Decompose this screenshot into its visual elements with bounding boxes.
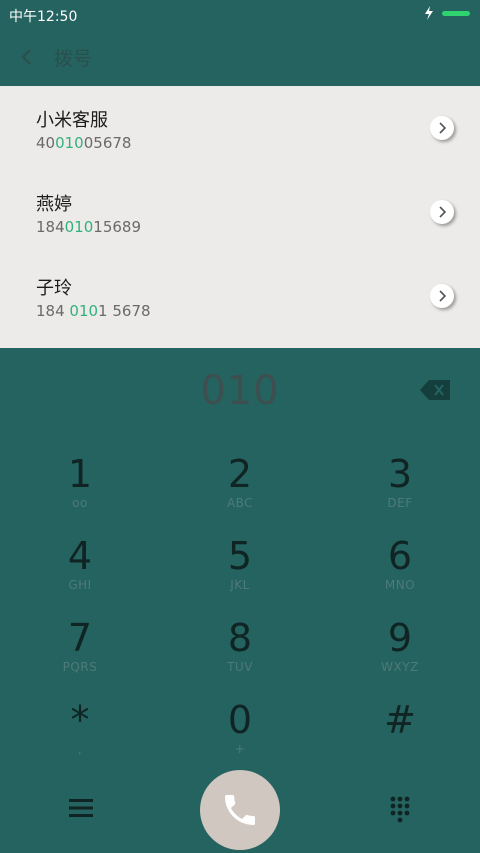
voicemail-icon: ᴏᴏ	[72, 496, 88, 510]
number-match: 010	[69, 302, 99, 320]
contact-name: 小米客服	[36, 110, 108, 131]
key-letters: WXYZ	[381, 660, 419, 674]
key-4[interactable]: 4 GHI	[0, 532, 160, 614]
contact-name: 燕婷	[36, 194, 72, 215]
number-suffix: 1 5678	[98, 302, 151, 320]
key-1[interactable]: 1 ᴏᴏ	[0, 450, 160, 532]
number-suffix: 15689	[93, 218, 141, 236]
key-letters: +	[234, 742, 246, 756]
page-title: 拨号	[54, 48, 93, 70]
key-digit: 8	[227, 616, 253, 660]
key-digit: 9	[387, 616, 413, 660]
key-letters: MNO	[384, 578, 416, 592]
key-7[interactable]: 7 PQRS	[0, 614, 160, 696]
key-letters: DEF	[387, 496, 413, 510]
key-letters: ABC	[226, 496, 254, 510]
key-digit: 6	[387, 534, 413, 578]
charging-icon	[425, 6, 433, 20]
key-letters: TUV	[227, 660, 253, 674]
keypad-icon[interactable]	[386, 795, 414, 823]
key-8[interactable]: 8 TUV	[160, 614, 320, 696]
key-digit: 1	[67, 452, 93, 496]
contact-detail-button[interactable]	[430, 284, 454, 308]
contact-results-list: 小米客服 4001005678 燕婷 18401015689 子玲 184 01…	[0, 86, 480, 348]
key-2[interactable]: 2 ABC	[160, 450, 320, 532]
battery-icon	[442, 11, 470, 16]
contact-detail-button[interactable]	[430, 116, 454, 140]
contact-number: 184 0101 5678	[36, 302, 151, 320]
contact-item[interactable]: 燕婷 18401015689	[0, 170, 480, 254]
key-letters: ,	[77, 742, 83, 756]
status-bar: 中午12:50	[0, 0, 480, 28]
number-prefix: 184	[36, 302, 70, 320]
number-prefix: 184	[36, 218, 65, 236]
key-star[interactable]: * ,	[0, 696, 160, 778]
key-digit: #	[384, 698, 416, 742]
key-digit: 5	[227, 534, 253, 578]
back-arrow-icon[interactable]	[18, 46, 34, 68]
key-digit: 7	[67, 616, 93, 660]
key-letters: PQRS	[62, 660, 98, 674]
key-0[interactable]: 0 +	[160, 696, 320, 778]
contact-item[interactable]: 子玲 184 0101 5678	[0, 254, 480, 338]
menu-icon[interactable]	[69, 797, 93, 819]
contact-number: 18401015689	[36, 218, 141, 236]
key-digit: 3	[387, 452, 413, 496]
status-time: 中午12:50	[9, 9, 78, 25]
contact-item[interactable]: 小米客服 4001005678	[0, 86, 480, 170]
chevron-right-icon	[439, 122, 447, 134]
call-button[interactable]	[200, 770, 280, 850]
number-prefix: 40	[36, 134, 56, 152]
key-letters: JKL	[230, 578, 250, 592]
number-suffix: 05678	[83, 134, 132, 152]
backspace-icon[interactable]	[420, 380, 450, 400]
contact-number: 4001005678	[36, 134, 131, 152]
key-hash[interactable]: #	[320, 696, 480, 778]
app-bar: 拨号	[0, 28, 480, 86]
key-6[interactable]: 6 MNO	[320, 532, 480, 614]
contact-detail-button[interactable]	[430, 200, 454, 224]
key-digit: *	[70, 698, 90, 742]
number-match: 010	[64, 218, 94, 236]
contact-name: 子玲	[36, 278, 72, 299]
key-5[interactable]: 5 JKL	[160, 532, 320, 614]
key-9[interactable]: 9 WXYZ	[320, 614, 480, 696]
key-3[interactable]: 3 DEF	[320, 450, 480, 532]
key-digit: 0	[227, 698, 253, 742]
chevron-right-icon	[439, 206, 447, 218]
dial-input-display: 010	[200, 368, 280, 414]
chevron-right-icon	[439, 290, 447, 302]
key-letters: GHI	[68, 578, 92, 592]
key-digit: 2	[227, 452, 253, 496]
number-match: 010	[55, 134, 84, 152]
phone-icon	[225, 795, 255, 825]
key-digit: 4	[67, 534, 93, 578]
